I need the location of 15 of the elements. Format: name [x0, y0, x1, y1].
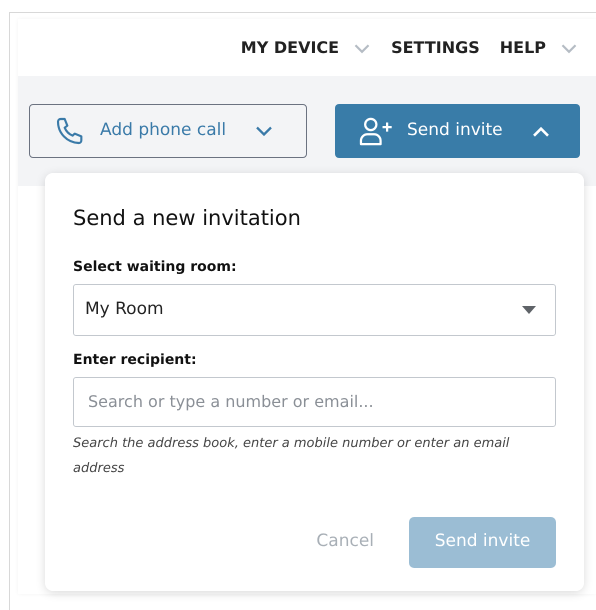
nav-menu-item[interactable]: MY DEVICE	[240, 36, 372, 60]
dropdown-triangle-icon	[522, 306, 536, 314]
chevron-down-icon	[560, 42, 578, 54]
nav-menu-item[interactable]: SETTINGS	[391, 36, 480, 60]
hint-text: Search the address book, enter a mobile number or enter an email address	[73, 434, 510, 478]
room-dropdown[interactable]: My Room	[73, 284, 556, 336]
add-phone-call-button[interactable]: Add phone call	[29, 104, 307, 158]
send-invite-button[interactable]: Send invite	[335, 104, 580, 158]
nav-menu-item[interactable]: HELP	[500, 36, 578, 60]
popup-title: Send a new invitation	[73, 205, 302, 232]
chevron-down-icon	[353, 42, 372, 54]
field-label: Enter recipient:	[73, 350, 198, 370]
recipient-field[interactable]: Search or type a number or email...	[73, 376, 556, 426]
field-label: Select waiting room:	[73, 258, 238, 276]
person-plus-icon	[359, 116, 393, 146]
